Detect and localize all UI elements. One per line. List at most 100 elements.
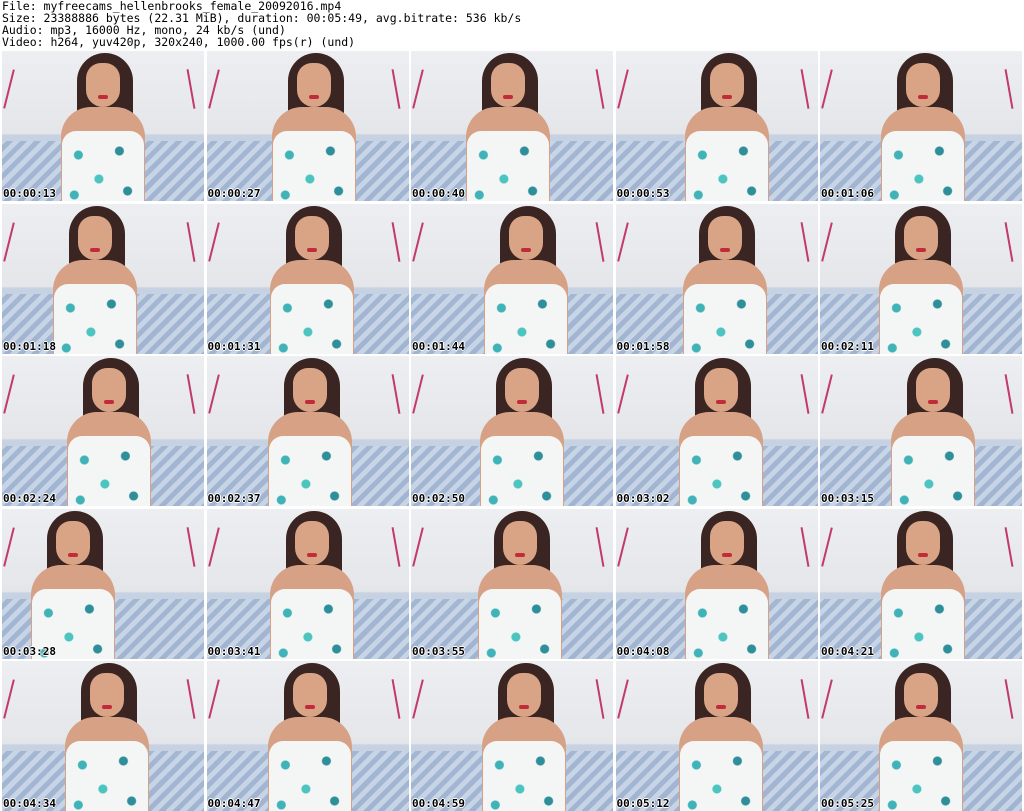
thumbnail-grid: 00:00:13 00:00:27 00:00:40 00:00:53 00:01:06… (2, 51, 1022, 811)
wall-decoration (412, 374, 424, 414)
file-info-header: File: myfreecams_hellenbrooks_female_200… (2, 0, 1022, 50)
thumbnail-timestamp: 00:05:12 (616, 797, 670, 810)
thumbnail-timestamp: 00:01:31 (207, 339, 261, 353)
wall-decoration (595, 69, 605, 109)
wall-decoration (186, 679, 196, 719)
thumbnail-frame: 00:01:06 (820, 51, 1022, 201)
floral-dress (270, 283, 353, 354)
person-lips (916, 705, 926, 709)
person-face (507, 673, 541, 717)
wall-decoration (595, 526, 605, 567)
thumbnail-timestamp: 00:03:28 (3, 644, 56, 658)
thumbnail-timestamp: 00:00:53 (616, 187, 670, 200)
floral-dress (683, 283, 766, 354)
person-lips (918, 95, 928, 99)
wall-decoration (186, 221, 196, 262)
thumbnail-timestamp: 00:02:24 (3, 492, 56, 505)
video-info-line: Video: h264, yuv420p, 320x240, 1000.00 f… (2, 35, 356, 49)
thumbnail-timestamp: 00:04:08 (616, 644, 670, 658)
wall-decoration (3, 679, 15, 719)
floral-dress (892, 436, 974, 506)
floral-dress (62, 131, 144, 201)
floral-dress (882, 588, 964, 659)
wall-decoration (616, 374, 629, 414)
person-face (904, 215, 938, 260)
floral-dress (467, 131, 549, 201)
floral-dress (679, 436, 762, 506)
person-face (703, 368, 738, 412)
wall-decoration (616, 526, 629, 567)
person-lips (721, 95, 732, 99)
wall-decoration (1004, 526, 1014, 567)
thumbnail-timestamp: 00:00:13 (3, 187, 56, 200)
thumbnail-timestamp: 00:01:06 (821, 187, 874, 200)
wall-decoration (821, 374, 833, 414)
wall-decoration (800, 526, 809, 567)
thumbnail-frame: 00:00:53 (615, 51, 818, 201)
person-lips (304, 705, 315, 709)
thumbnail-frame: 00:01:31 (206, 203, 409, 354)
thumbnail-frame: 00:03:41 (206, 508, 409, 659)
wall-decoration (3, 69, 15, 109)
floral-dress (685, 131, 768, 201)
thumbnail-frame: 00:04:59 (411, 661, 613, 811)
wall-decoration (412, 679, 424, 719)
floral-dress (679, 741, 762, 811)
floral-dress (485, 283, 567, 354)
wall-decoration (595, 374, 605, 414)
thumbnail-timestamp: 00:02:37 (207, 492, 261, 505)
thumbnail-timestamp: 00:04:47 (207, 797, 261, 810)
person-face (503, 520, 537, 565)
thumbnail-timestamp: 00:00:40 (412, 187, 465, 200)
thumbnail-timestamp: 00:01:44 (412, 339, 465, 353)
wall-decoration (616, 679, 629, 719)
thumbnail-timestamp: 00:04:34 (3, 797, 56, 810)
wall-decoration (391, 679, 400, 719)
thumbnail-timestamp: 00:03:55 (412, 644, 465, 658)
thumbnail-frame: 00:03:28 (2, 508, 204, 659)
floral-dress (880, 741, 962, 811)
thumbnail-timestamp: 00:04:21 (821, 644, 874, 658)
person-lips (68, 552, 78, 557)
person-lips (715, 705, 726, 709)
floral-dress (272, 131, 355, 201)
wall-decoration (391, 526, 400, 567)
thumbnail-timestamp: 00:01:58 (616, 339, 670, 353)
person-face (86, 63, 120, 107)
thumbnail-frame: 00:00:13 (2, 51, 204, 201)
wall-decoration (186, 526, 196, 567)
person-face (292, 368, 327, 412)
thumbnail-frame: 00:04:08 (615, 508, 818, 659)
thumbnail-timestamp: 00:03:02 (616, 492, 670, 505)
wall-decoration (391, 69, 400, 109)
wall-decoration (1004, 679, 1014, 719)
wall-decoration (616, 69, 629, 109)
thumbnail-frame: 00:01:58 (615, 203, 818, 354)
person-face (707, 215, 742, 260)
floral-dress (483, 741, 565, 811)
floral-dress (268, 741, 351, 811)
person-face (709, 63, 744, 107)
wall-decoration (1004, 69, 1014, 109)
wall-decoration (412, 526, 424, 567)
thumbnail-timestamp: 00:04:59 (412, 797, 465, 810)
wall-decoration (3, 526, 15, 567)
wall-decoration (3, 374, 15, 414)
floral-dress (270, 588, 353, 659)
person-face (906, 63, 940, 107)
wall-decoration (412, 221, 424, 262)
wall-decoration (821, 526, 833, 567)
person-face (703, 673, 738, 717)
thumbnail-frame: 00:05:25 (820, 661, 1022, 811)
person-lips (715, 400, 726, 404)
wall-decoration (207, 221, 220, 262)
person-lips (90, 247, 100, 252)
thumbnail-frame: 00:05:12 (615, 661, 818, 811)
person-lips (98, 95, 108, 99)
wall-decoration (821, 221, 833, 262)
thumbnail-frame: 00:04:34 (2, 661, 204, 811)
person-lips (503, 95, 513, 99)
person-lips (918, 552, 928, 557)
person-face (904, 673, 938, 717)
wall-decoration (207, 69, 220, 109)
